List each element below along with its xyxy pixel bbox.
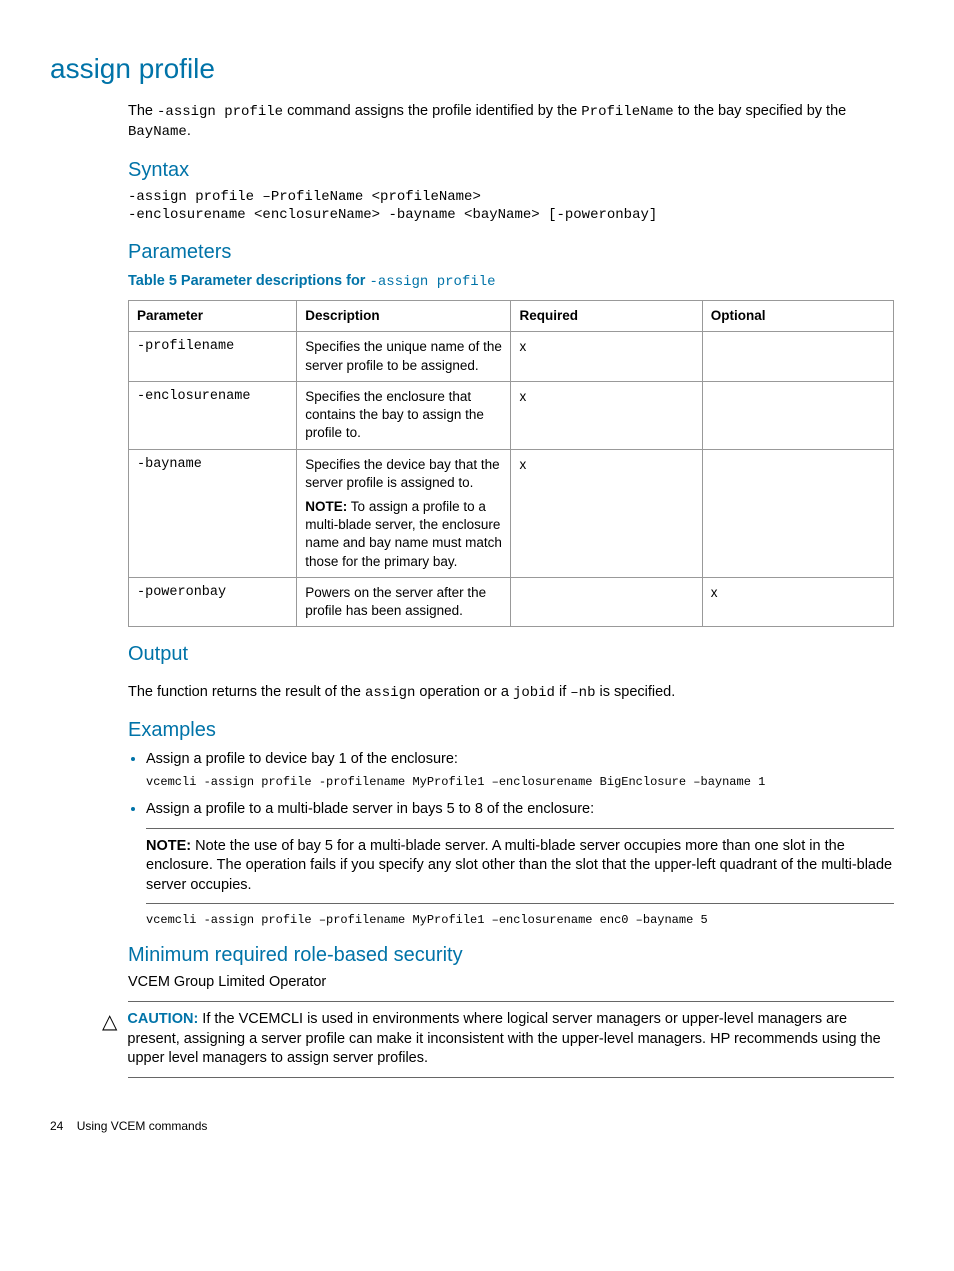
divider bbox=[146, 903, 894, 904]
page-number: 24 bbox=[50, 1119, 63, 1133]
param-name: -profilename bbox=[129, 332, 297, 381]
out-t3: if bbox=[555, 684, 570, 700]
param-desc: Specifies the unique name of the server … bbox=[297, 332, 511, 381]
th-parameter: Parameter bbox=[129, 301, 297, 332]
out-t2: operation or a bbox=[415, 684, 513, 700]
param-opt bbox=[702, 381, 893, 449]
caption-code: -assign profile bbox=[369, 274, 495, 290]
intro-t1: The bbox=[128, 103, 157, 119]
divider bbox=[146, 828, 894, 829]
table-row: -profilename Specifies the unique name o… bbox=[129, 332, 894, 381]
param-req: x bbox=[511, 381, 702, 449]
list-item: Assign a profile to device bay 1 of the … bbox=[146, 750, 894, 790]
param-desc: Powers on the server after the profile h… bbox=[297, 577, 511, 626]
parameters-heading: Parameters bbox=[128, 239, 894, 266]
caution-body: If the VCEMCLI is used in environments w… bbox=[127, 1011, 880, 1066]
caution-text: CAUTION: If the VCEMCLI is used in envir… bbox=[127, 1010, 894, 1069]
param-req: x bbox=[511, 332, 702, 381]
syntax-heading: Syntax bbox=[128, 157, 894, 184]
note-block: NOTE: To assign a profile to a multi-bla… bbox=[305, 498, 502, 571]
param-req bbox=[511, 577, 702, 626]
param-name: -poweronbay bbox=[129, 577, 297, 626]
intro-paragraph: The -assign profile command assigns the … bbox=[128, 102, 894, 142]
caution-icon: △ bbox=[102, 1012, 117, 1032]
desc-text: Specifies the device bay that the server… bbox=[305, 457, 499, 490]
table-row: -enclosurename Specifies the enclosure t… bbox=[129, 381, 894, 449]
param-opt bbox=[702, 449, 893, 577]
param-name: -enclosurename bbox=[129, 381, 297, 449]
example2-note: NOTE: Note the use of bay 5 for a multi-… bbox=[146, 837, 894, 896]
out-t4: is specified. bbox=[595, 684, 675, 700]
divider bbox=[128, 1001, 894, 1002]
page-title: assign profile bbox=[50, 50, 894, 88]
param-opt bbox=[702, 332, 893, 381]
intro-c3: BayName bbox=[128, 124, 187, 140]
example1-text: Assign a profile to device bay 1 of the … bbox=[146, 751, 458, 767]
security-heading: Minimum required role-based security bbox=[128, 942, 894, 969]
examples-list: Assign a profile to device bay 1 of the … bbox=[146, 750, 894, 928]
note-label: NOTE: bbox=[146, 838, 191, 854]
example2-code: vcemcli -assign profile –profilename MyP… bbox=[146, 912, 894, 928]
syntax-code: -assign profile –ProfileName <profileNam… bbox=[128, 188, 894, 226]
param-desc: Specifies the device bay that the server… bbox=[297, 449, 511, 577]
intro-t2: command assigns the profile identified b… bbox=[283, 103, 581, 119]
intro-t3: to the bay specified by the bbox=[674, 103, 847, 119]
caution-block: △ CAUTION: If the VCEMCLI is used in env… bbox=[102, 1010, 894, 1069]
page-footer: 24 Using VCEM commands bbox=[50, 1118, 894, 1134]
param-opt: x bbox=[702, 577, 893, 626]
out-c2: jobid bbox=[513, 685, 555, 701]
output-heading: Output bbox=[128, 641, 894, 668]
table-caption: Table 5 Parameter descriptions for -assi… bbox=[128, 272, 894, 292]
intro-t4: . bbox=[187, 123, 191, 139]
table-row: -bayname Specifies the device bay that t… bbox=[129, 449, 894, 577]
intro-c1: -assign profile bbox=[157, 104, 283, 120]
out-c3: –nb bbox=[570, 685, 595, 701]
param-req: x bbox=[511, 449, 702, 577]
security-role: VCEM Group Limited Operator bbox=[128, 973, 894, 993]
out-t1: The function returns the result of the bbox=[128, 684, 365, 700]
list-item: Assign a profile to a multi-blade server… bbox=[146, 800, 894, 928]
examples-heading: Examples bbox=[128, 717, 894, 744]
divider bbox=[128, 1077, 894, 1078]
example2-text: Assign a profile to a multi-blade server… bbox=[146, 801, 594, 817]
note-body: Note the use of bay 5 for a multi-blade … bbox=[146, 838, 892, 893]
th-description: Description bbox=[297, 301, 511, 332]
chapter-title: Using VCEM commands bbox=[77, 1119, 208, 1133]
th-optional: Optional bbox=[702, 301, 893, 332]
intro-c2: ProfileName bbox=[581, 104, 673, 120]
table-header-row: Parameter Description Required Optional bbox=[129, 301, 894, 332]
example1-code: vcemcli -assign profile -profilename MyP… bbox=[146, 774, 894, 790]
caption-prefix: Table 5 Parameter descriptions for bbox=[128, 273, 369, 289]
th-required: Required bbox=[511, 301, 702, 332]
out-c1: assign bbox=[365, 685, 415, 701]
output-paragraph: The function returns the result of the a… bbox=[128, 683, 894, 703]
parameters-table: Parameter Description Required Optional … bbox=[128, 300, 894, 627]
param-desc: Specifies the enclosure that contains th… bbox=[297, 381, 511, 449]
caution-label: CAUTION: bbox=[127, 1011, 198, 1027]
note-label: NOTE: bbox=[305, 499, 347, 514]
param-name: -bayname bbox=[129, 449, 297, 577]
table-row: -poweronbay Powers on the server after t… bbox=[129, 577, 894, 626]
